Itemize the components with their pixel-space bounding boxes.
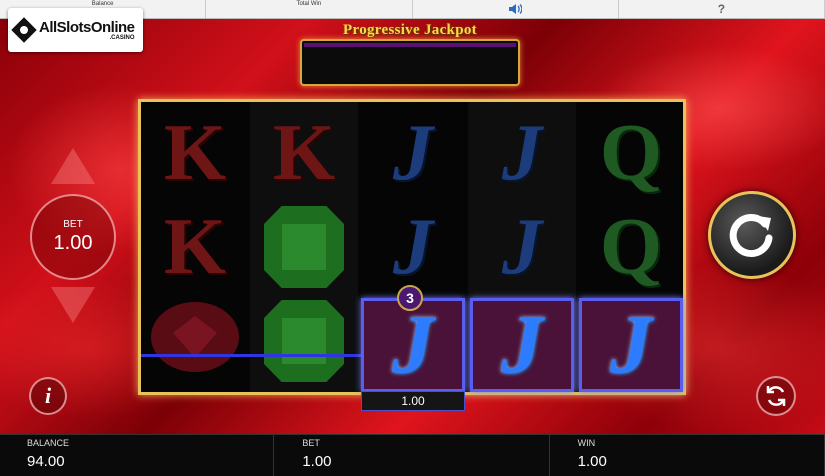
top-total-win-label: Total Win xyxy=(296,1,322,7)
autoplay-button[interactable] xyxy=(756,376,796,416)
winning-symbol: J xyxy=(392,298,434,391)
balance-label: BALANCE xyxy=(27,438,70,448)
help-label: ? xyxy=(717,2,726,16)
win-value: 1.00 xyxy=(577,453,607,470)
winning-symbol: J xyxy=(610,298,652,391)
logo-diamond-icon xyxy=(11,17,37,43)
payline xyxy=(141,354,366,357)
win-panel: WIN 1.00 xyxy=(550,435,825,476)
reel-symbol: K xyxy=(163,109,227,197)
win-label: WIN xyxy=(577,438,596,448)
balance-panel: BALANCE 94.00 xyxy=(0,435,275,476)
line-win-amount: 1.00 xyxy=(361,391,465,411)
casino-logo: AllSlotsOnline .CASINO xyxy=(8,8,143,52)
winning-symbol-cell: J xyxy=(579,298,683,392)
info-icon: i xyxy=(44,383,52,408)
bet-panel: BET 1.00 xyxy=(274,435,550,476)
reel-2: K xyxy=(250,102,358,392)
bet-value: 1.00 xyxy=(302,453,332,470)
autoplay-icon xyxy=(766,386,786,406)
reel-symbol: J xyxy=(502,109,542,197)
bet-label: BET xyxy=(302,438,320,448)
bet-selector[interactable]: BET 1.00 xyxy=(30,194,116,280)
reel-grid: K K K J J J J Q Q J J J 3 1.00 xyxy=(138,99,686,411)
spin-button[interactable] xyxy=(708,191,796,279)
spin-arrow-icon xyxy=(729,214,773,257)
speaker-icon xyxy=(509,4,523,14)
win-count-badge: 3 xyxy=(397,285,423,311)
winning-symbol-cell: J xyxy=(361,298,465,392)
jackpot-value-box xyxy=(300,39,520,86)
logo-text: AllSlotsOnline xyxy=(39,18,135,36)
green-gem-icon xyxy=(264,300,344,382)
balance-value: 94.00 xyxy=(27,453,65,470)
bet-up-arrow-icon[interactable] xyxy=(51,148,95,184)
bet-selector-label: BET xyxy=(63,219,83,230)
reel-symbol: K xyxy=(163,203,227,291)
reel-symbol: Q xyxy=(599,109,663,197)
red-gem-icon xyxy=(151,302,239,372)
reel-1: K K xyxy=(141,102,249,392)
jackpot-title: Progressive Jackpot xyxy=(343,22,477,38)
winning-symbol: J xyxy=(501,298,543,391)
info-button[interactable]: i xyxy=(29,377,67,415)
bet-selector-value: 1.00 xyxy=(53,232,93,254)
reel-symbol: J xyxy=(393,203,433,291)
logo-subtext: .CASINO xyxy=(109,34,135,41)
winning-symbol-cell: J xyxy=(470,298,574,392)
bottom-status-bar: BALANCE 94.00 BET 1.00 WIN 1.00 xyxy=(0,434,825,476)
green-gem-icon xyxy=(264,206,344,288)
sound-button[interactable] xyxy=(413,0,619,18)
top-balance-label: Balance xyxy=(91,1,114,7)
reel-symbol: J xyxy=(502,203,542,291)
bet-down-arrow-icon[interactable] xyxy=(51,287,95,323)
progressive-jackpot: Progressive Jackpot xyxy=(297,22,523,88)
reel-symbol: J xyxy=(393,109,433,197)
reel-symbol: Q xyxy=(599,203,663,291)
reel-symbol: K xyxy=(272,109,336,197)
top-total-win-cell: Total Win xyxy=(206,0,413,18)
help-button[interactable]: ? xyxy=(619,0,825,18)
